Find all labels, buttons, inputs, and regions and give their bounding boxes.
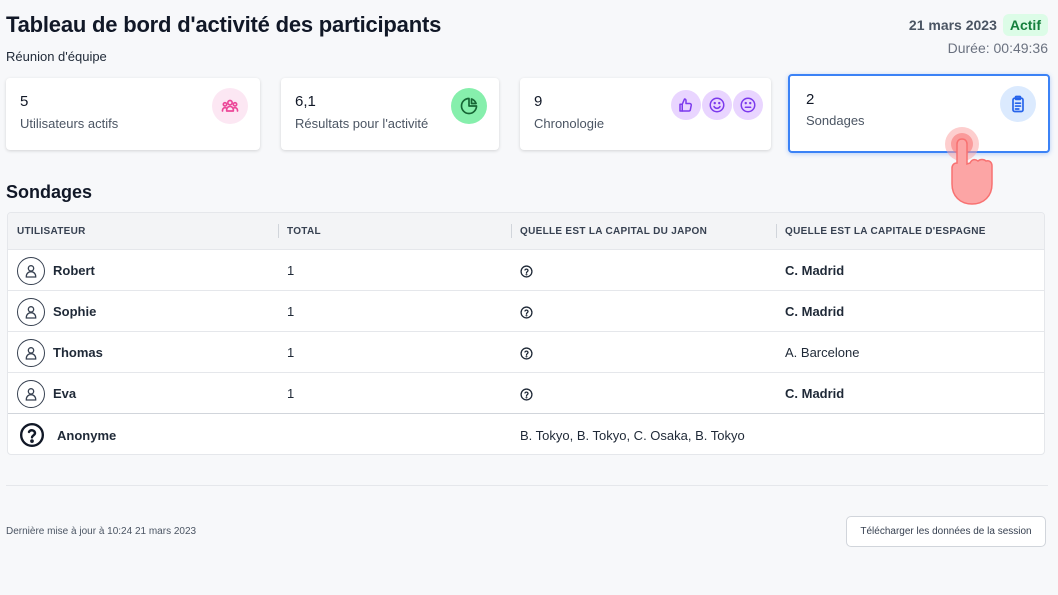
reaction-icons: [671, 90, 763, 120]
user-name: Robert: [53, 263, 95, 278]
card-value: 5: [20, 93, 29, 110]
column-separator: [278, 224, 279, 238]
thumbs-up-icon: [671, 90, 701, 120]
download-session-button[interactable]: Télécharger les données de la session: [846, 516, 1046, 547]
card-value: 6,1: [295, 93, 316, 110]
session-info: 21 mars 2023 Actif Durée: 00:49:36: [909, 14, 1048, 56]
user-name: Eva: [53, 386, 77, 401]
user-total: 1: [287, 263, 295, 278]
clipboard-icon: [1000, 86, 1036, 122]
anonymous-answers: B. Tokyo, B. Tokyo, C. Osaka, B. Tokyo: [520, 428, 745, 443]
neutral-face-icon: [733, 90, 763, 120]
status-badge: Actif: [1002, 14, 1048, 36]
card-value: 9: [534, 93, 543, 110]
user-avatar-icon: [17, 298, 45, 326]
last-updated: Dernière mise à jour à 10:24 21 mars 202…: [6, 526, 197, 537]
meeting-name: Réunion d'équipe: [6, 49, 107, 64]
user-name: Sophie: [53, 304, 97, 319]
user-total: 1: [287, 345, 295, 360]
session-date: 21 mars 2023: [908, 17, 997, 33]
anonymous-label: Anonyme: [57, 428, 117, 443]
card-label: Sondages: [806, 113, 865, 128]
table-row[interactable]: Robert 1 C. Madrid: [8, 250, 1044, 291]
anonymous-row[interactable]: Anonyme B. Tokyo, B. Tokyo, C. Osaka, B.…: [8, 413, 1044, 454]
card-polls[interactable]: 2 Sondages: [788, 74, 1050, 153]
answer-q2: A. Barcelone: [785, 345, 860, 360]
page-title: Tableau de bord d'activité des participa…: [6, 12, 442, 37]
section-title: Sondages: [6, 182, 93, 202]
user-avatar-icon: [17, 380, 45, 408]
pie-chart-icon: [451, 88, 487, 124]
card-timeline[interactable]: 9 Chronologie: [520, 78, 771, 150]
column-separator: [511, 224, 512, 238]
column-header-q2[interactable]: QUELLE EST LA CAPITALE D'ESPAGNE: [785, 226, 986, 237]
column-header-user[interactable]: UTILISATEUR: [17, 226, 86, 237]
user-total: 1: [287, 386, 295, 401]
question-icon: [520, 347, 533, 360]
table-header: UTILISATEUR TOTAL QUELLE EST LA CAPITAL …: [8, 213, 1044, 250]
anonymous-question-icon: [19, 422, 45, 448]
card-value: 2: [806, 91, 815, 108]
answer-q2: C. Madrid: [785, 304, 845, 319]
polls-table: UTILISATEUR TOTAL QUELLE EST LA CAPITAL …: [7, 212, 1045, 455]
answer-q2: C. Madrid: [785, 386, 845, 401]
table-row[interactable]: Sophie 1 C. Madrid: [8, 291, 1044, 332]
stats-cards: 5 Utilisateurs actifs 6,1 Résultats pour…: [6, 74, 1052, 154]
column-separator: [776, 224, 777, 238]
table-row[interactable]: Thomas 1 A. Barcelone: [8, 332, 1044, 373]
card-label: Résultats pour l'activité: [295, 116, 429, 131]
table-row[interactable]: Eva 1 C. Madrid: [8, 373, 1044, 414]
question-icon: [520, 388, 533, 401]
question-icon: [520, 306, 533, 319]
user-name: Thomas: [53, 345, 103, 360]
card-label: Utilisateurs actifs: [20, 116, 119, 131]
answer-q2: C. Madrid: [785, 263, 845, 278]
column-header-q1[interactable]: QUELLE EST LA CAPITAL DU JAPON: [520, 226, 707, 237]
footer-divider: [6, 485, 1048, 486]
users-icon: [212, 88, 248, 124]
card-label: Chronologie: [534, 116, 605, 131]
card-active-users[interactable]: 5 Utilisateurs actifs: [6, 78, 260, 150]
pointer-hand-icon: [945, 127, 993, 205]
column-header-total[interactable]: TOTAL: [287, 226, 321, 237]
card-activity-results[interactable]: 6,1 Résultats pour l'activité: [281, 78, 499, 150]
session-duration: Durée: 00:49:36: [947, 40, 1048, 56]
smile-icon: [702, 90, 732, 120]
page-header: Tableau de bord d'activité des participa…: [6, 10, 1048, 70]
user-avatar-icon: [17, 339, 45, 367]
user-total: 1: [287, 304, 295, 319]
question-icon: [520, 265, 533, 278]
user-avatar-icon: [17, 257, 45, 285]
